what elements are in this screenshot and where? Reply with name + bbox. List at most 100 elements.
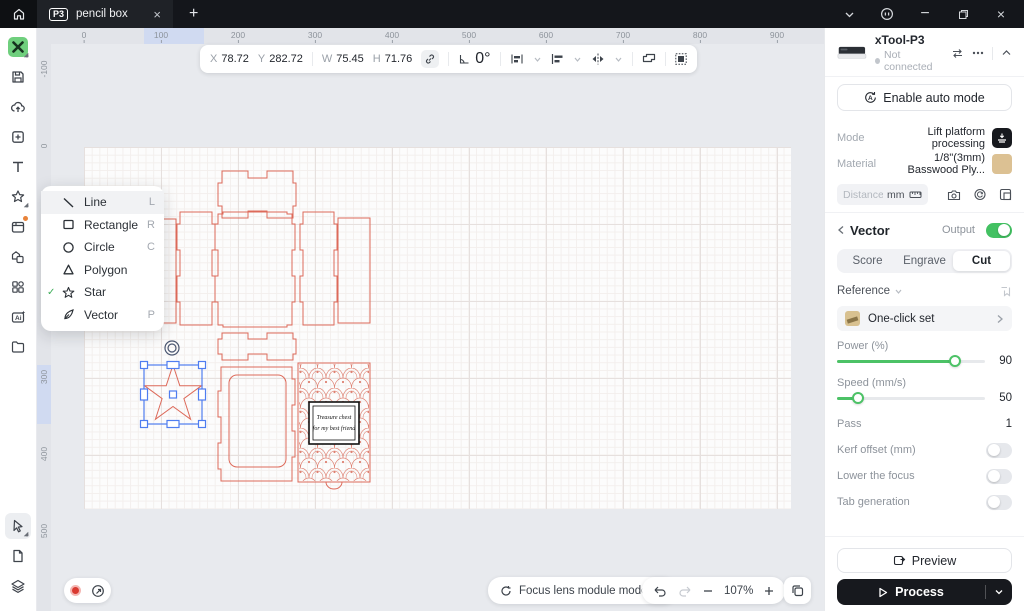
distribute-button[interactable]: [510, 53, 524, 65]
selection-handle[interactable]: [167, 421, 179, 428]
collapse-panel-button[interactable]: [1001, 49, 1012, 57]
design-piece-side-left[interactable]: [177, 212, 215, 325]
width-field[interactable]: W75.45: [322, 53, 364, 65]
switch-device-button[interactable]: [951, 48, 964, 59]
device-more-button[interactable]: [972, 51, 984, 55]
design-piece-frame[interactable]: [218, 367, 295, 481]
slider-thumb[interactable]: [852, 392, 864, 404]
chevron-down-icon[interactable]: [533, 55, 542, 64]
rotation-field[interactable]: 0°: [458, 50, 490, 68]
canvas-area[interactable]: 0 100 200 300 400 500 600 700 800 900 -1…: [37, 28, 824, 611]
copy-icon[interactable]: [791, 584, 804, 597]
material-swatch[interactable]: [992, 154, 1012, 174]
zoom-level[interactable]: 107%: [724, 585, 753, 597]
select-tool-button[interactable]: [5, 513, 31, 539]
x-field[interactable]: X78.72: [210, 53, 249, 65]
menu-item-line[interactable]: Line L: [41, 191, 164, 214]
tab-score[interactable]: Score: [839, 251, 896, 271]
design-piece-bottom-panel[interactable]: [215, 212, 295, 327]
selection-handle[interactable]: [141, 362, 148, 369]
speed-slider[interactable]: [837, 397, 985, 400]
y-field[interactable]: Y282.72: [258, 53, 303, 65]
selection-handle[interactable]: [141, 421, 148, 428]
page-tool-button[interactable]: [5, 543, 31, 569]
selection-handle[interactable]: [167, 362, 179, 369]
tab-close-icon[interactable]: ×: [153, 7, 161, 22]
design-circle[interactable]: [165, 341, 179, 355]
camera-refresh-button[interactable]: [973, 188, 987, 201]
menu-item-rectangle[interactable]: Rectangle R: [41, 214, 164, 237]
process-main[interactable]: Process: [837, 585, 985, 599]
design-piece-plain-panel[interactable]: [338, 218, 370, 323]
xtool-logo[interactable]: [5, 34, 31, 60]
output-toggle[interactable]: [986, 223, 1012, 238]
record-button[interactable]: [70, 585, 81, 596]
chevron-down-icon[interactable]: [842, 7, 856, 21]
selection-box[interactable]: [141, 362, 206, 428]
selection-handle[interactable]: [199, 389, 206, 400]
tab-generation-toggle[interactable]: [986, 495, 1012, 510]
screencast-button[interactable]: [91, 584, 105, 598]
menu-item-star[interactable]: ✓ Star: [41, 281, 164, 304]
outline-button[interactable]: [675, 53, 687, 65]
redo-button[interactable]: [678, 585, 692, 597]
chevron-down-icon[interactable]: [573, 55, 582, 64]
selection-center-handle[interactable]: [170, 391, 177, 398]
menu-item-vector[interactable]: Vector P: [41, 304, 164, 327]
back-chevron-icon[interactable]: [837, 225, 845, 235]
sidebar-text-button[interactable]: [5, 154, 31, 180]
zoom-in-button[interactable]: [764, 586, 774, 596]
lock-ratio-button[interactable]: [421, 50, 439, 68]
frame-capture-button[interactable]: [999, 188, 1012, 201]
weld-button[interactable]: [642, 53, 656, 65]
sidebar-apps-button[interactable]: [5, 274, 31, 300]
sidebar-shapes-button[interactable]: [5, 184, 31, 210]
align-button[interactable]: [551, 53, 564, 65]
design-piece-side-right[interactable]: [300, 212, 337, 325]
layers-button[interactable]: [5, 573, 31, 599]
sidebar-files-button[interactable]: [5, 334, 31, 360]
zoom-out-button[interactable]: [703, 586, 713, 596]
lower-focus-toggle[interactable]: [986, 469, 1012, 484]
design-piece-frame-window[interactable]: [229, 375, 286, 467]
home-button[interactable]: [0, 0, 37, 28]
tab-cut[interactable]: Cut: [953, 251, 1010, 271]
menu-item-circle[interactable]: Circle C: [41, 236, 164, 259]
selection-handle[interactable]: [199, 362, 206, 369]
mode-icon-button[interactable]: [992, 128, 1012, 148]
tab-engrave[interactable]: Engrave: [896, 251, 953, 271]
one-click-set-button[interactable]: One-click set: [837, 306, 1012, 331]
design-piece-lid-bottom[interactable]: [218, 333, 296, 360]
height-field[interactable]: H71.76: [373, 53, 412, 65]
chevron-down-icon[interactable]: [614, 55, 623, 64]
kerf-offset-toggle[interactable]: [986, 443, 1012, 458]
save-reference-button[interactable]: [999, 285, 1012, 298]
distance-input[interactable]: [843, 189, 883, 201]
design-piece-strip[interactable]: [163, 219, 176, 323]
restore-button[interactable]: [956, 7, 970, 21]
design-label[interactable]: Treasure chest for my best friend: [309, 402, 359, 444]
minimize-button[interactable]: −: [918, 7, 932, 21]
new-tab-button[interactable]: +: [189, 5, 198, 23]
process-options-button[interactable]: [986, 588, 1012, 596]
design-piece-lid-top[interactable]: [218, 171, 296, 218]
refresh-icon[interactable]: [500, 585, 512, 597]
enable-auto-mode-button[interactable]: A Enable auto mode: [837, 84, 1012, 111]
chevron-down-icon[interactable]: [894, 287, 903, 296]
sidebar-elements-button[interactable]: [5, 244, 31, 270]
selection-handle[interactable]: [199, 421, 206, 428]
sidebar-materials-button[interactable]: [5, 214, 31, 240]
camera-button[interactable]: [947, 189, 961, 201]
sidebar-ai-button[interactable]: Ai: [5, 304, 31, 330]
tab-pencil-box[interactable]: P3 pencil box ×: [37, 0, 173, 28]
close-button[interactable]: ×: [994, 7, 1008, 21]
sidebar-save-button[interactable]: [5, 64, 31, 90]
selection-handle[interactable]: [141, 389, 148, 400]
sidebar-cloud-upload-button[interactable]: [5, 94, 31, 120]
assistant-icon[interactable]: [880, 7, 894, 21]
process-button[interactable]: Process: [837, 579, 1012, 605]
slider-thumb[interactable]: [949, 355, 961, 367]
power-slider[interactable]: [837, 360, 985, 363]
flip-button[interactable]: [591, 53, 605, 65]
preview-button[interactable]: Preview: [837, 548, 1012, 573]
